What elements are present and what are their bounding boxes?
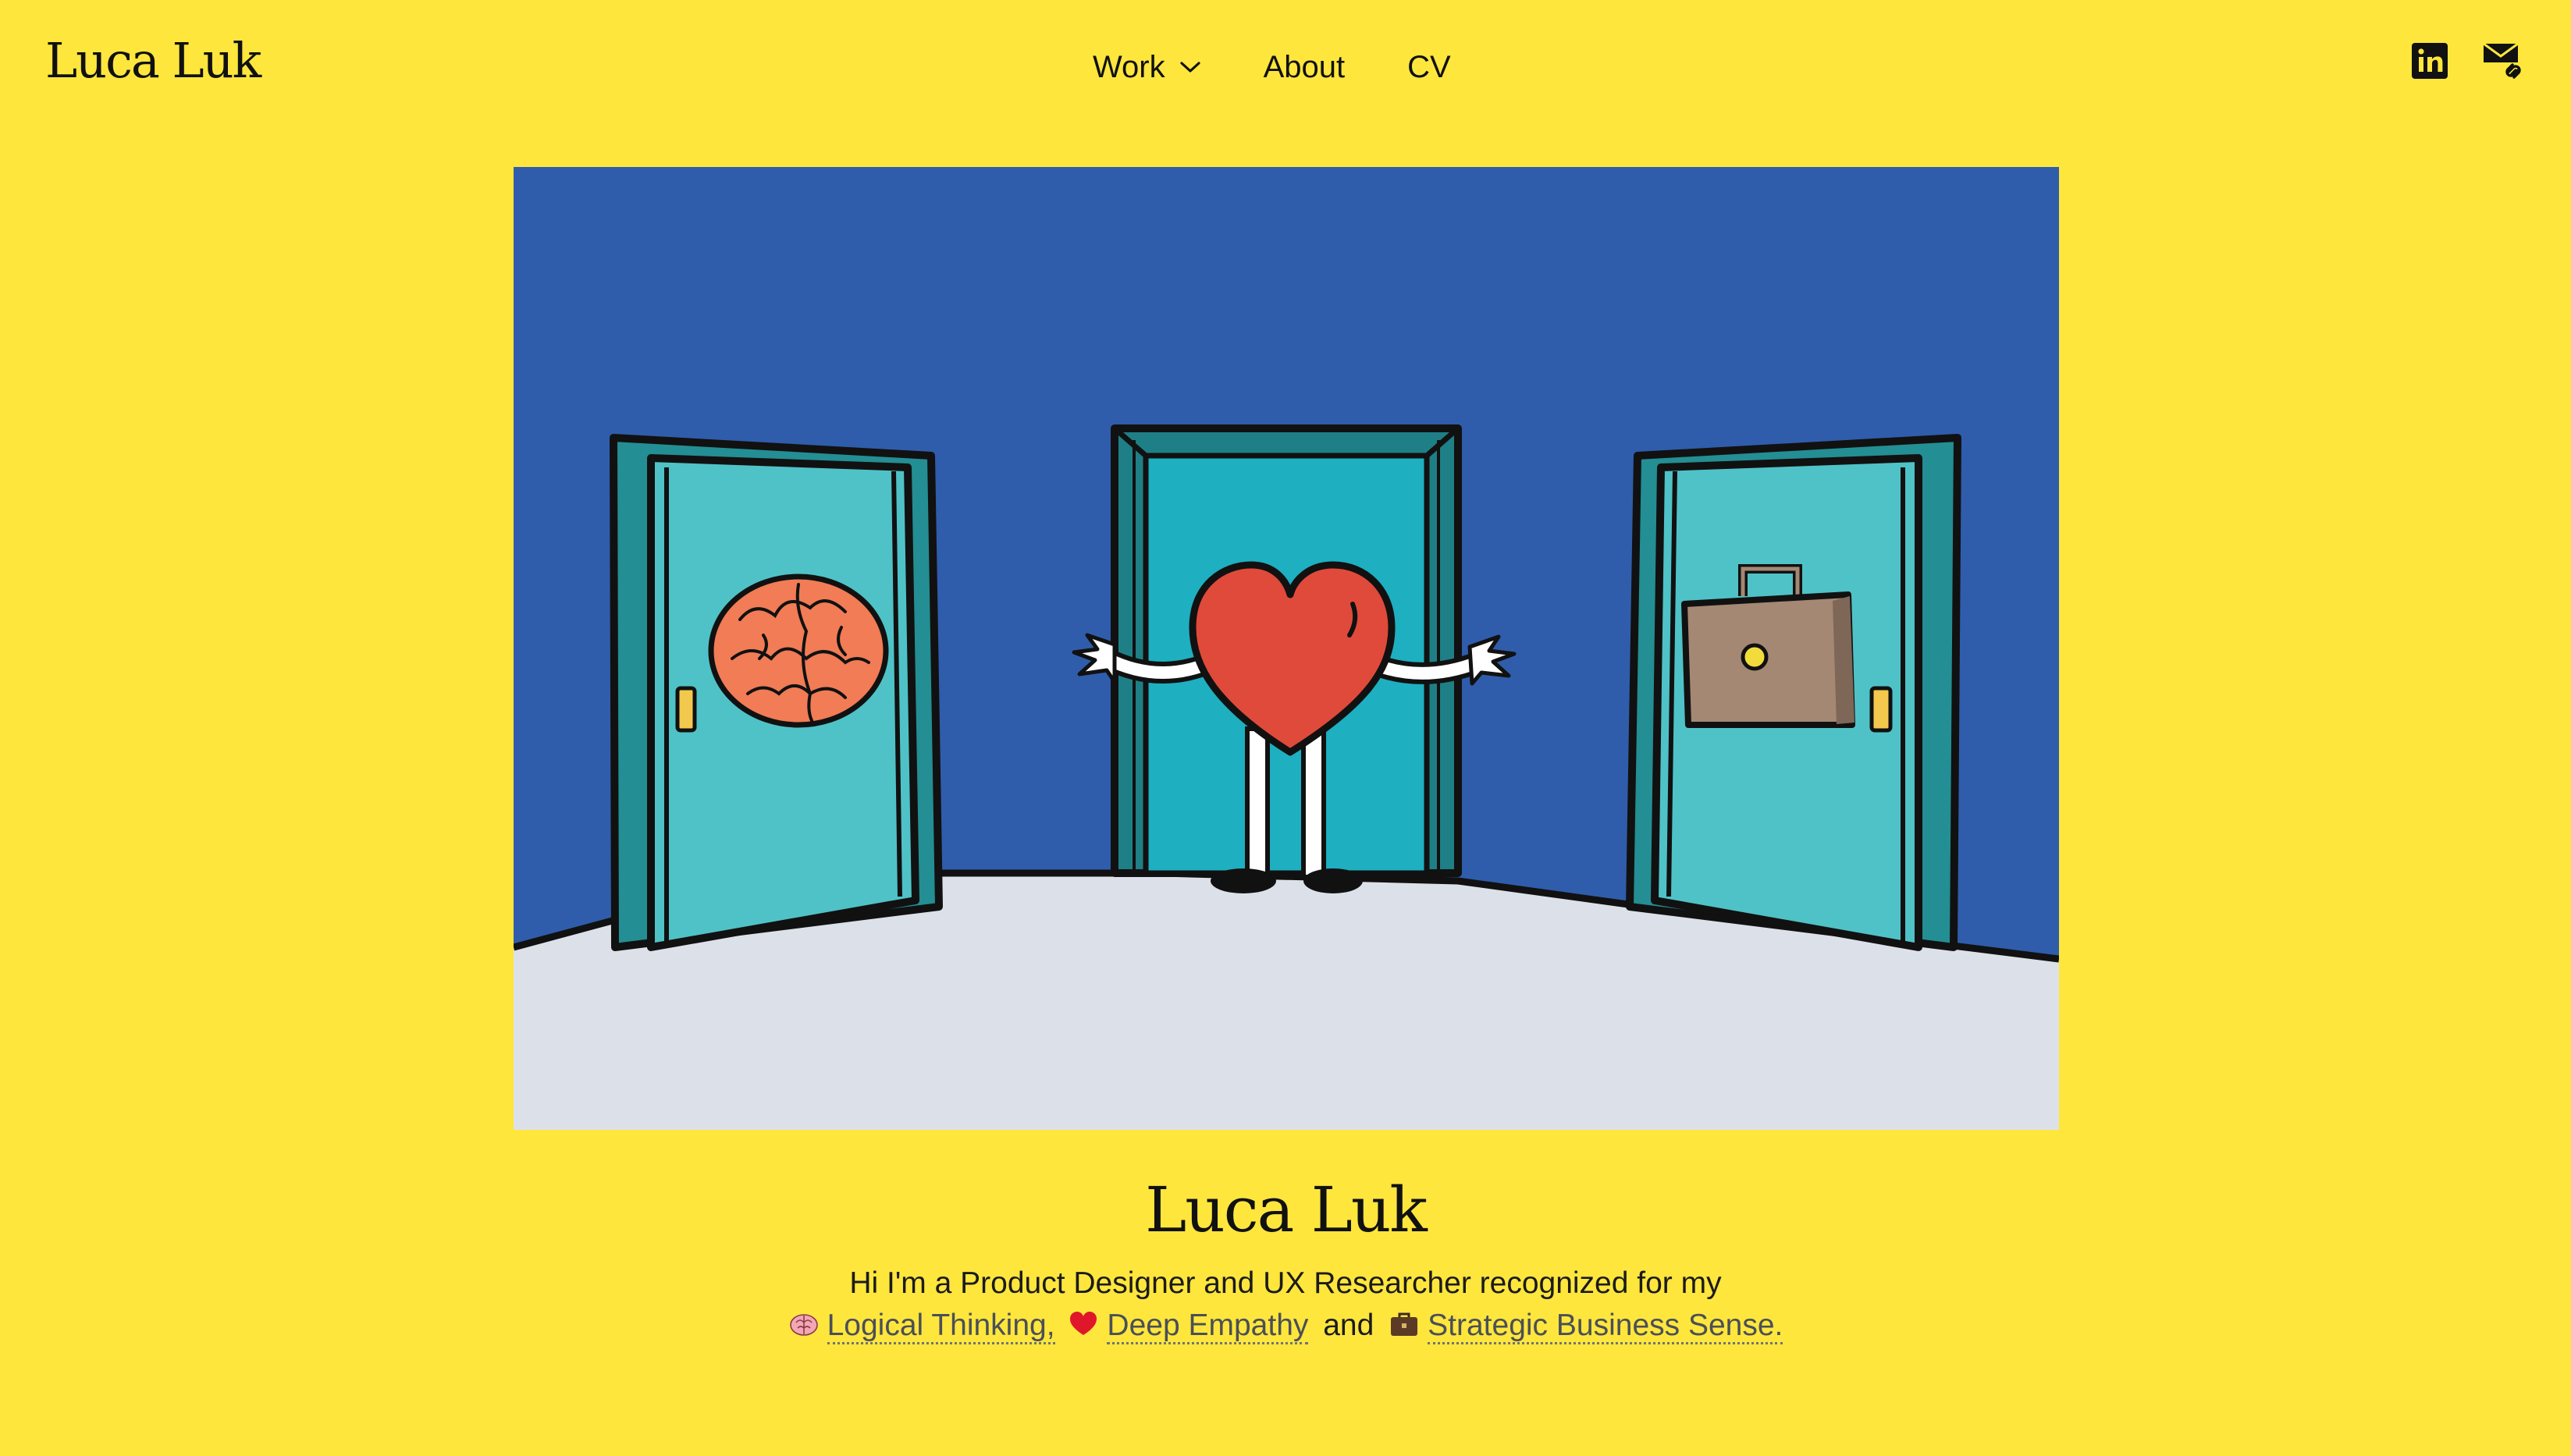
site-logo[interactable]: Luca Luk bbox=[45, 30, 261, 92]
nav-item-label: CV bbox=[1407, 49, 1451, 84]
heart-emoji-icon bbox=[1070, 1312, 1097, 1335]
nav-item-work[interactable]: Work bbox=[1093, 50, 1201, 85]
nav-item-label: Work bbox=[1093, 49, 1165, 84]
intro-connector: and bbox=[1323, 1309, 1374, 1342]
hero-illustration bbox=[514, 167, 2059, 1130]
nav-item-label: About bbox=[1263, 49, 1346, 84]
briefcase-emoji-icon bbox=[1391, 1312, 1418, 1336]
main-nav: Work About CV bbox=[1093, 39, 1451, 95]
linkedin-icon[interactable] bbox=[2412, 43, 2448, 79]
intro-text: Hi I'm a Product Designer and UX Researc… bbox=[0, 1262, 2571, 1347]
page: Luca Luk Work About CV Luca Luk Hi I'm a… bbox=[0, 0, 2571, 1456]
chevron-down-icon bbox=[1179, 60, 1201, 74]
nav-item-about[interactable]: About bbox=[1264, 50, 1346, 85]
brain-illustration bbox=[708, 574, 889, 728]
trait-link-strategic-business-sense[interactable]: Strategic Business Sense. bbox=[1428, 1309, 1783, 1344]
intro-line-1: Hi I'm a Product Designer and UX Researc… bbox=[849, 1266, 1722, 1300]
intro-line-2: Logical Thinking, Deep Empathy and Strat… bbox=[0, 1305, 2571, 1347]
brain-emoji-icon bbox=[789, 1314, 818, 1336]
page-title: Luca Luk bbox=[1145, 1174, 1428, 1246]
brain-door bbox=[610, 434, 943, 951]
nav-item-cv[interactable]: CV bbox=[1407, 50, 1451, 85]
briefcase-door bbox=[1626, 434, 1961, 951]
trait-link-deep-empathy[interactable]: Deep Empathy bbox=[1107, 1309, 1309, 1344]
social-links bbox=[2377, 41, 2527, 81]
email-link-icon[interactable] bbox=[2482, 41, 2527, 81]
trait-link-logical-thinking[interactable]: Logical Thinking, bbox=[827, 1309, 1055, 1344]
